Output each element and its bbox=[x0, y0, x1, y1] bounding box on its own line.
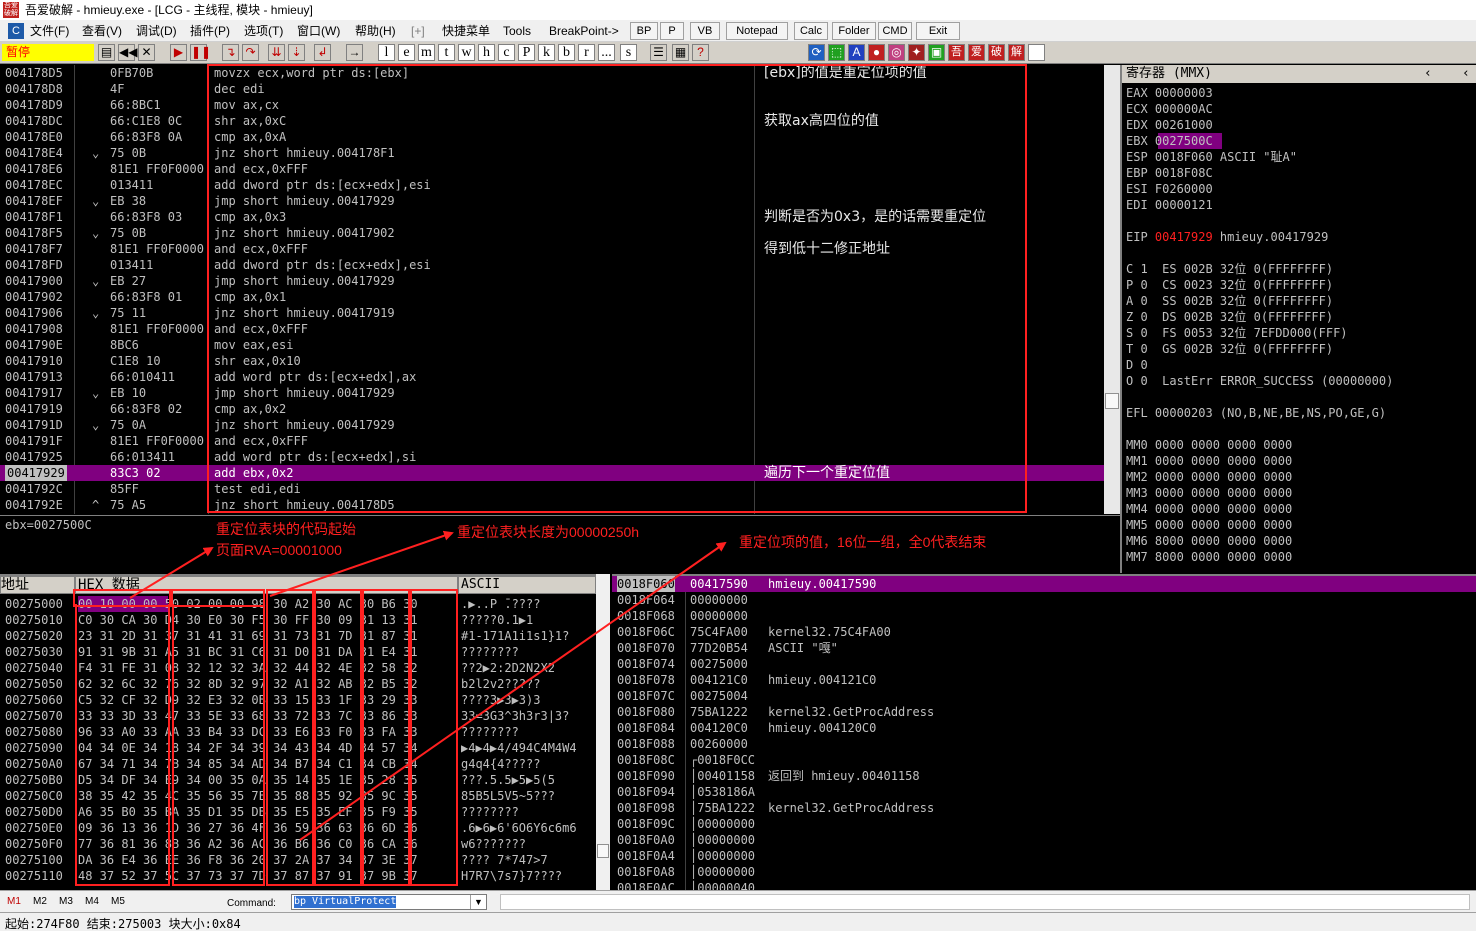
command-bar: M1 M2 M3 M4 M5 Command: bp VirtualProtec… bbox=[0, 890, 1476, 912]
command-extra-field[interactable] bbox=[500, 894, 1470, 910]
dropdown-arrow-icon[interactable]: ▼ bbox=[470, 895, 486, 909]
tab-m2[interactable]: M2 bbox=[33, 896, 47, 907]
tab-m5[interactable]: M5 bbox=[111, 896, 125, 907]
arrow-size bbox=[269, 530, 454, 597]
tab-m1[interactable]: M1 bbox=[7, 896, 21, 907]
arrow-items bbox=[299, 541, 727, 841]
command-input-value: bp VirtualProtect bbox=[294, 896, 397, 908]
tab-m4[interactable]: M4 bbox=[85, 896, 99, 907]
command-input[interactable]: bp VirtualProtect ▼ bbox=[291, 894, 487, 910]
command-label: Command: bbox=[227, 898, 276, 909]
arrow-rva bbox=[129, 546, 214, 599]
annotation-arrows bbox=[129, 530, 727, 841]
status-bar: 起始:274F80 结束:275003 块大小:0x84 bbox=[0, 912, 1476, 931]
status-text: 起始:274F80 结束:275003 块大小:0x84 bbox=[5, 917, 241, 931]
tab-m3[interactable]: M3 bbox=[59, 896, 73, 907]
